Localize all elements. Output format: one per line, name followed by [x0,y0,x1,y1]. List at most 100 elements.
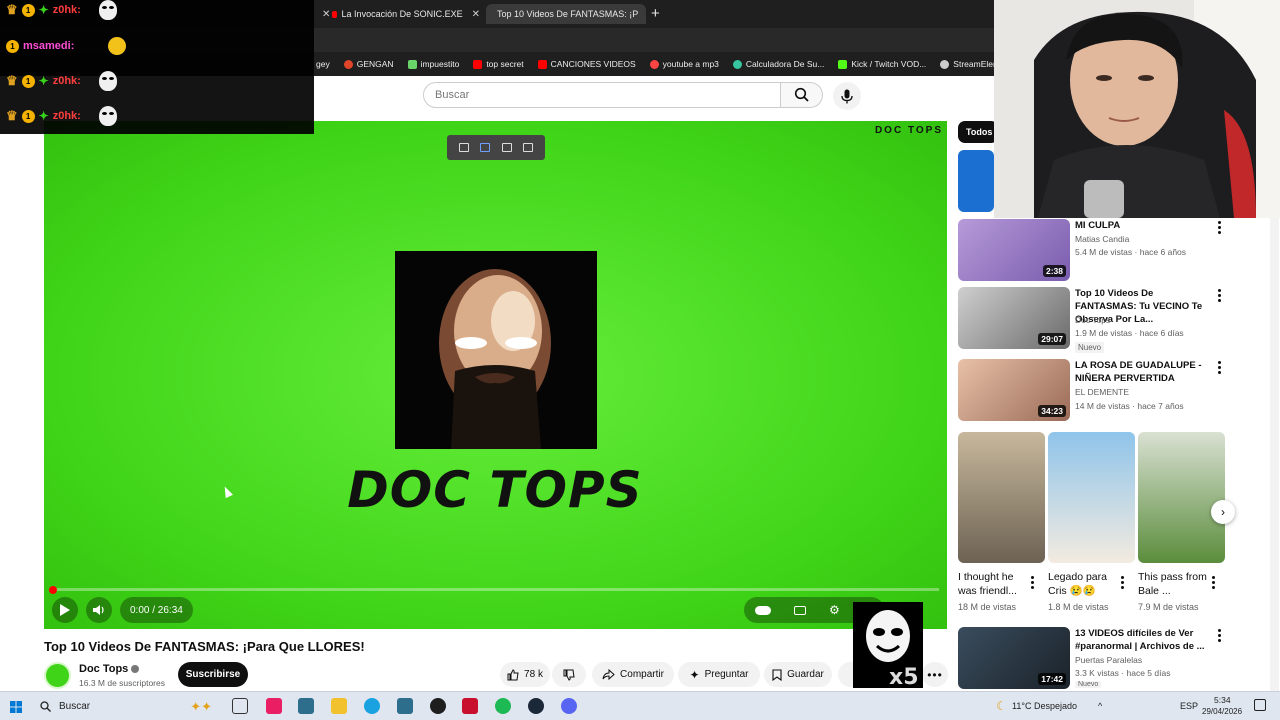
crown-icon: ♛ [6,108,18,123]
file-explorer-icon[interactable] [331,698,347,714]
close-icon[interactable]: ✕ [472,9,480,20]
bookmark-item[interactable]: Calculadora De Su... [732,59,824,69]
time-display: 0:00 / 26:34 [120,597,193,623]
weather-text[interactable]: 11°C Despejado [1012,701,1077,711]
short-title[interactable]: Legado para Cris 😢😢 [1048,570,1118,598]
taskbar-search[interactable]: Buscar ✦✦ [36,696,212,717]
stream-chat-overlay: ♛ 1 ✦ z0hk: 1 msamedi: ♛ 1 ✦ z0hk: ♛ 1 ✦… [0,0,314,134]
tab-sonic[interactable]: La Invocación De SONIC.EXE ✕ [326,4,486,24]
chat-message: ♛ 1 ✦ z0hk: [6,71,117,91]
more-options-icon[interactable] [1212,576,1215,589]
bookmark-item[interactable]: gey [316,59,330,69]
more-actions-button[interactable]: ••• [922,662,948,687]
thumbs-up-icon [507,668,519,680]
tiktok-icon[interactable] [266,698,282,714]
steam-icon[interactable] [528,698,544,714]
ghost-emote-icon [98,106,117,126]
pip-icon[interactable] [458,143,469,152]
chat-message: ♛ 1 ✦ z0hk: [6,0,117,20]
app-icon[interactable] [462,698,478,714]
bookmark-item[interactable]: Kick / Twitch VOD... [838,59,926,69]
dislike-button[interactable] [552,662,586,687]
svg-text:x5: x5 [889,665,919,688]
save-button[interactable]: Guardar [764,662,832,687]
video-thumbnail[interactable]: 2:38 [958,219,1070,281]
search-icon [40,701,51,712]
video-thumbnail[interactable]: 17:42 [958,627,1070,689]
more-options-icon[interactable] [1031,576,1034,589]
subscribe-button[interactable]: Suscribirse [178,662,248,687]
play-button[interactable] [52,597,78,623]
face-illustration [395,251,597,449]
short-thumbnail[interactable] [958,432,1045,563]
short-title[interactable]: I thought he was friendl... [958,570,1028,598]
edge-icon[interactable] [364,698,380,714]
more-options-icon[interactable] [1121,576,1124,589]
video-title[interactable]: MI CULPA [1075,219,1211,232]
like-button[interactable]: 78 k [500,662,550,687]
discord-icon[interactable] [561,698,577,714]
bookmark-item[interactable]: GENGAN [343,59,394,69]
bookmark-item[interactable]: youtube a mp3 [649,59,719,69]
more-icon: ••• [927,667,943,682]
tab-fantasmas[interactable]: Top 10 Videos De FANTASMAS: ¡P ✕ [486,4,646,24]
more-options-icon[interactable] [1218,289,1221,302]
new-tab-button[interactable]: + [651,5,660,22]
bookmark-item[interactable]: top secret [473,59,524,69]
voice-search-button[interactable] [833,82,861,110]
subtitles-icon[interactable] [794,605,807,615]
channel-name[interactable]: Doc Tops [79,663,140,675]
search-input[interactable]: Buscar [423,82,781,108]
channel-avatar[interactable] [44,662,71,689]
bookmark-item[interactable]: CANCIONES VIDEOS [537,59,636,69]
channel-name[interactable]: Puertas Paralelas [1075,654,1142,667]
app-icon[interactable] [430,698,446,714]
more-options-icon[interactable] [1218,361,1221,374]
spotify-icon[interactable] [495,698,511,714]
notifications-icon[interactable] [1254,699,1266,711]
app-icon[interactable] [397,698,413,714]
app-icon[interactable] [298,698,314,714]
ask-button[interactable]: ✦ Preguntar [678,662,760,687]
chevron-up-icon[interactable]: ^ [1098,701,1102,711]
short-title[interactable]: This pass from Bale ... [1138,570,1208,598]
language-indicator[interactable]: ESP [1180,701,1198,711]
screen-capture-icon[interactable] [480,143,491,152]
autoplay-toggle[interactable] [755,605,772,615]
video-title[interactable]: 13 VIDEOS difíciles de Ver #paranormal |… [1075,627,1215,653]
bookmark-item[interactable]: StreamElements [940,59,994,69]
volume-button[interactable] [86,597,112,623]
progress-bar[interactable] [52,588,939,591]
translate-icon[interactable] [523,143,534,152]
video-meta: 3.3 K vistas · hace 5 días [1075,668,1171,678]
progress-scrubber[interactable] [49,586,57,594]
share-button[interactable]: Compartir [592,662,674,687]
search-button[interactable] [781,82,823,108]
more-options-icon[interactable] [1218,629,1221,642]
clock-date[interactable]: 29/04/2026 [1202,707,1242,716]
video-player[interactable]: DOC TOPS DOC TOPS 0:00 / 26:34 ⚙ [44,121,947,629]
video-thumbnail[interactable]: 34:23 [958,359,1070,421]
video-meta: 5.4 M de vistas · hace 6 años [1075,247,1187,257]
windows-start-icon[interactable] [10,700,22,713]
short-thumbnail[interactable] [1138,432,1225,563]
bookmark-icon [940,59,950,69]
filter-chip-all[interactable]: Todos [958,121,998,143]
task-view-icon[interactable] [232,698,248,714]
short-thumbnail[interactable] [1048,432,1135,563]
settings-icon[interactable]: ⚙ [829,603,840,617]
video-thumbnail[interactable]: 29:07 [958,287,1070,349]
more-options-icon[interactable] [1218,221,1221,234]
channel-name[interactable]: EL DEMENTE [1075,386,1129,399]
notes-icon[interactable] [501,143,512,152]
video-thumbnail[interactable] [958,150,994,212]
channel-name[interactable]: Matias Candia [1075,233,1129,246]
shorts-next-button[interactable]: › [1211,500,1235,524]
channel-name[interactable]: Doc Tops [1075,314,1110,327]
clock-time[interactable]: 5:34 [1214,695,1231,705]
video-title[interactable]: LA ROSA DE GUADALUPE - NIÑERA PERVERTIDA [1075,359,1205,385]
short-views: 18 M de vistas [958,602,1017,612]
smile-emote-icon [108,37,127,55]
sidebar-scrollbar[interactable] [1270,215,1279,691]
bookmark-item[interactable]: impuestito [407,59,459,69]
